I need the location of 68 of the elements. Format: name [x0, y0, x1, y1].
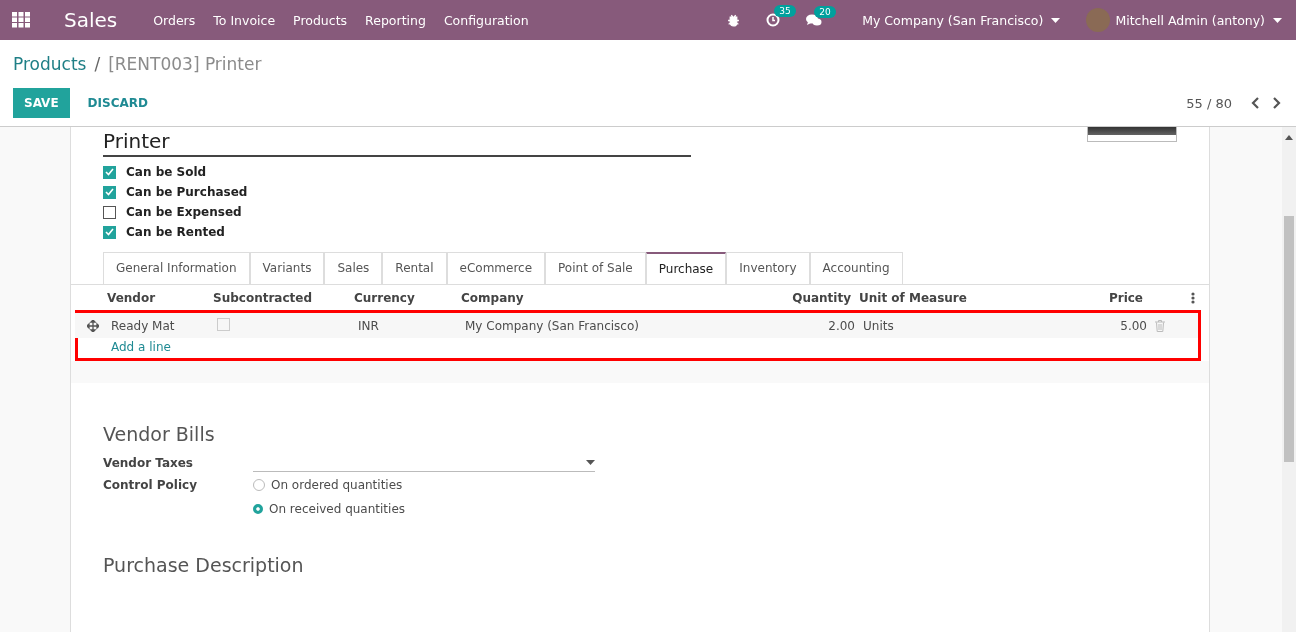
tab[interactable]: General Information [103, 252, 250, 284]
column-header[interactable]: Price [1059, 290, 1143, 305]
menu-item[interactable]: Configuration [443, 12, 529, 28]
table-cell-text: My Company (San Francisco) [465, 318, 640, 333]
bug-icon[interactable] [727, 13, 741, 27]
apps-grid-icon[interactable] [12, 12, 30, 28]
caret-icon [1273, 17, 1282, 23]
tab[interactable]: Purchase [645, 252, 727, 284]
table-cell-text: 2.00 [827, 318, 855, 333]
table-cell-text: INR [358, 318, 380, 333]
radio-button[interactable] [253, 504, 263, 514]
radio-label: On received quantities [269, 502, 406, 516]
column-header[interactable]: Unit of Measure [859, 290, 1059, 305]
company-switcher[interactable]: My Company (San Francisco) [862, 12, 1044, 28]
clock-icon[interactable] [766, 13, 781, 27]
tab[interactable]: Inventory [726, 252, 810, 284]
scrollbar[interactable] [1282, 127, 1296, 632]
caret-icon [586, 459, 595, 465]
checkbox[interactable] [103, 165, 116, 179]
checkbox-label: Can be Expensed [126, 205, 242, 219]
checkbox-label: Can be Rented [126, 225, 225, 239]
app-title: Sales [64, 8, 118, 32]
tab[interactable]: Accounting [809, 252, 903, 284]
menu-item[interactable]: Orders [153, 12, 196, 28]
checkbox-label: Can be Sold [126, 165, 207, 179]
section-title: Vendor Bills [103, 423, 216, 445]
kebab-menu-icon[interactable] [1191, 291, 1195, 304]
menu-item[interactable]: Products [293, 12, 348, 28]
breadcrumb-current: [RENT003] Printer [108, 54, 262, 74]
field-label: Vendor Taxes [103, 455, 194, 470]
column-header[interactable]: Company [461, 290, 751, 305]
section-title: Purchase Description [103, 554, 305, 576]
table-cell-text: 5.00 [1119, 318, 1147, 333]
user-menu[interactable]: Mitchell Admin (antony) [1115, 12, 1265, 28]
scroll-up-icon[interactable] [1285, 135, 1293, 140]
pager-counter: 55 / 80 [1186, 95, 1232, 111]
column-header[interactable]: Currency [354, 290, 461, 305]
next-icon[interactable] [1272, 97, 1282, 109]
table-cell-text: Units [863, 318, 895, 333]
checkbox[interactable] [103, 205, 116, 219]
breadcrumb-separator: / [94, 54, 101, 74]
user-avatar [1086, 8, 1111, 32]
add-line-link[interactable]: Add a line [78, 338, 1198, 358]
breadcrumb-link[interactable]: Products [13, 54, 87, 74]
checkbox[interactable] [103, 185, 116, 199]
tab[interactable]: Variants [249, 252, 325, 284]
menu-item[interactable]: To Invoice [213, 12, 276, 28]
product-image[interactable] [1087, 127, 1177, 142]
table-cell-text: Ready Mat [111, 318, 176, 333]
field-label: Control Policy [103, 478, 198, 492]
drag-handle-icon[interactable] [87, 319, 99, 332]
menu-item[interactable]: Reporting [365, 12, 426, 28]
caret-icon [1051, 17, 1061, 23]
tab[interactable]: Rental [382, 252, 447, 284]
discard-button[interactable]: DISCARD [81, 95, 154, 111]
column-header[interactable]: Subcontracted [213, 290, 354, 305]
checkbox[interactable] [103, 225, 116, 239]
checkbox-label: Can be Purchased [126, 185, 248, 199]
column-header[interactable]: Quantity [751, 290, 851, 305]
tab[interactable]: Point of Sale [545, 252, 646, 284]
radio-label: On ordered quantities [271, 478, 403, 492]
tab[interactable]: Sales [324, 252, 383, 284]
message-count-badge: 20 [814, 5, 836, 18]
tab[interactable]: eCommerce [446, 252, 546, 284]
product-name-field[interactable]: Printer [103, 127, 691, 157]
activity-count-badge: 35 [774, 5, 796, 17]
column-header[interactable]: Vendor [107, 290, 213, 305]
previous-icon[interactable] [1250, 97, 1260, 109]
